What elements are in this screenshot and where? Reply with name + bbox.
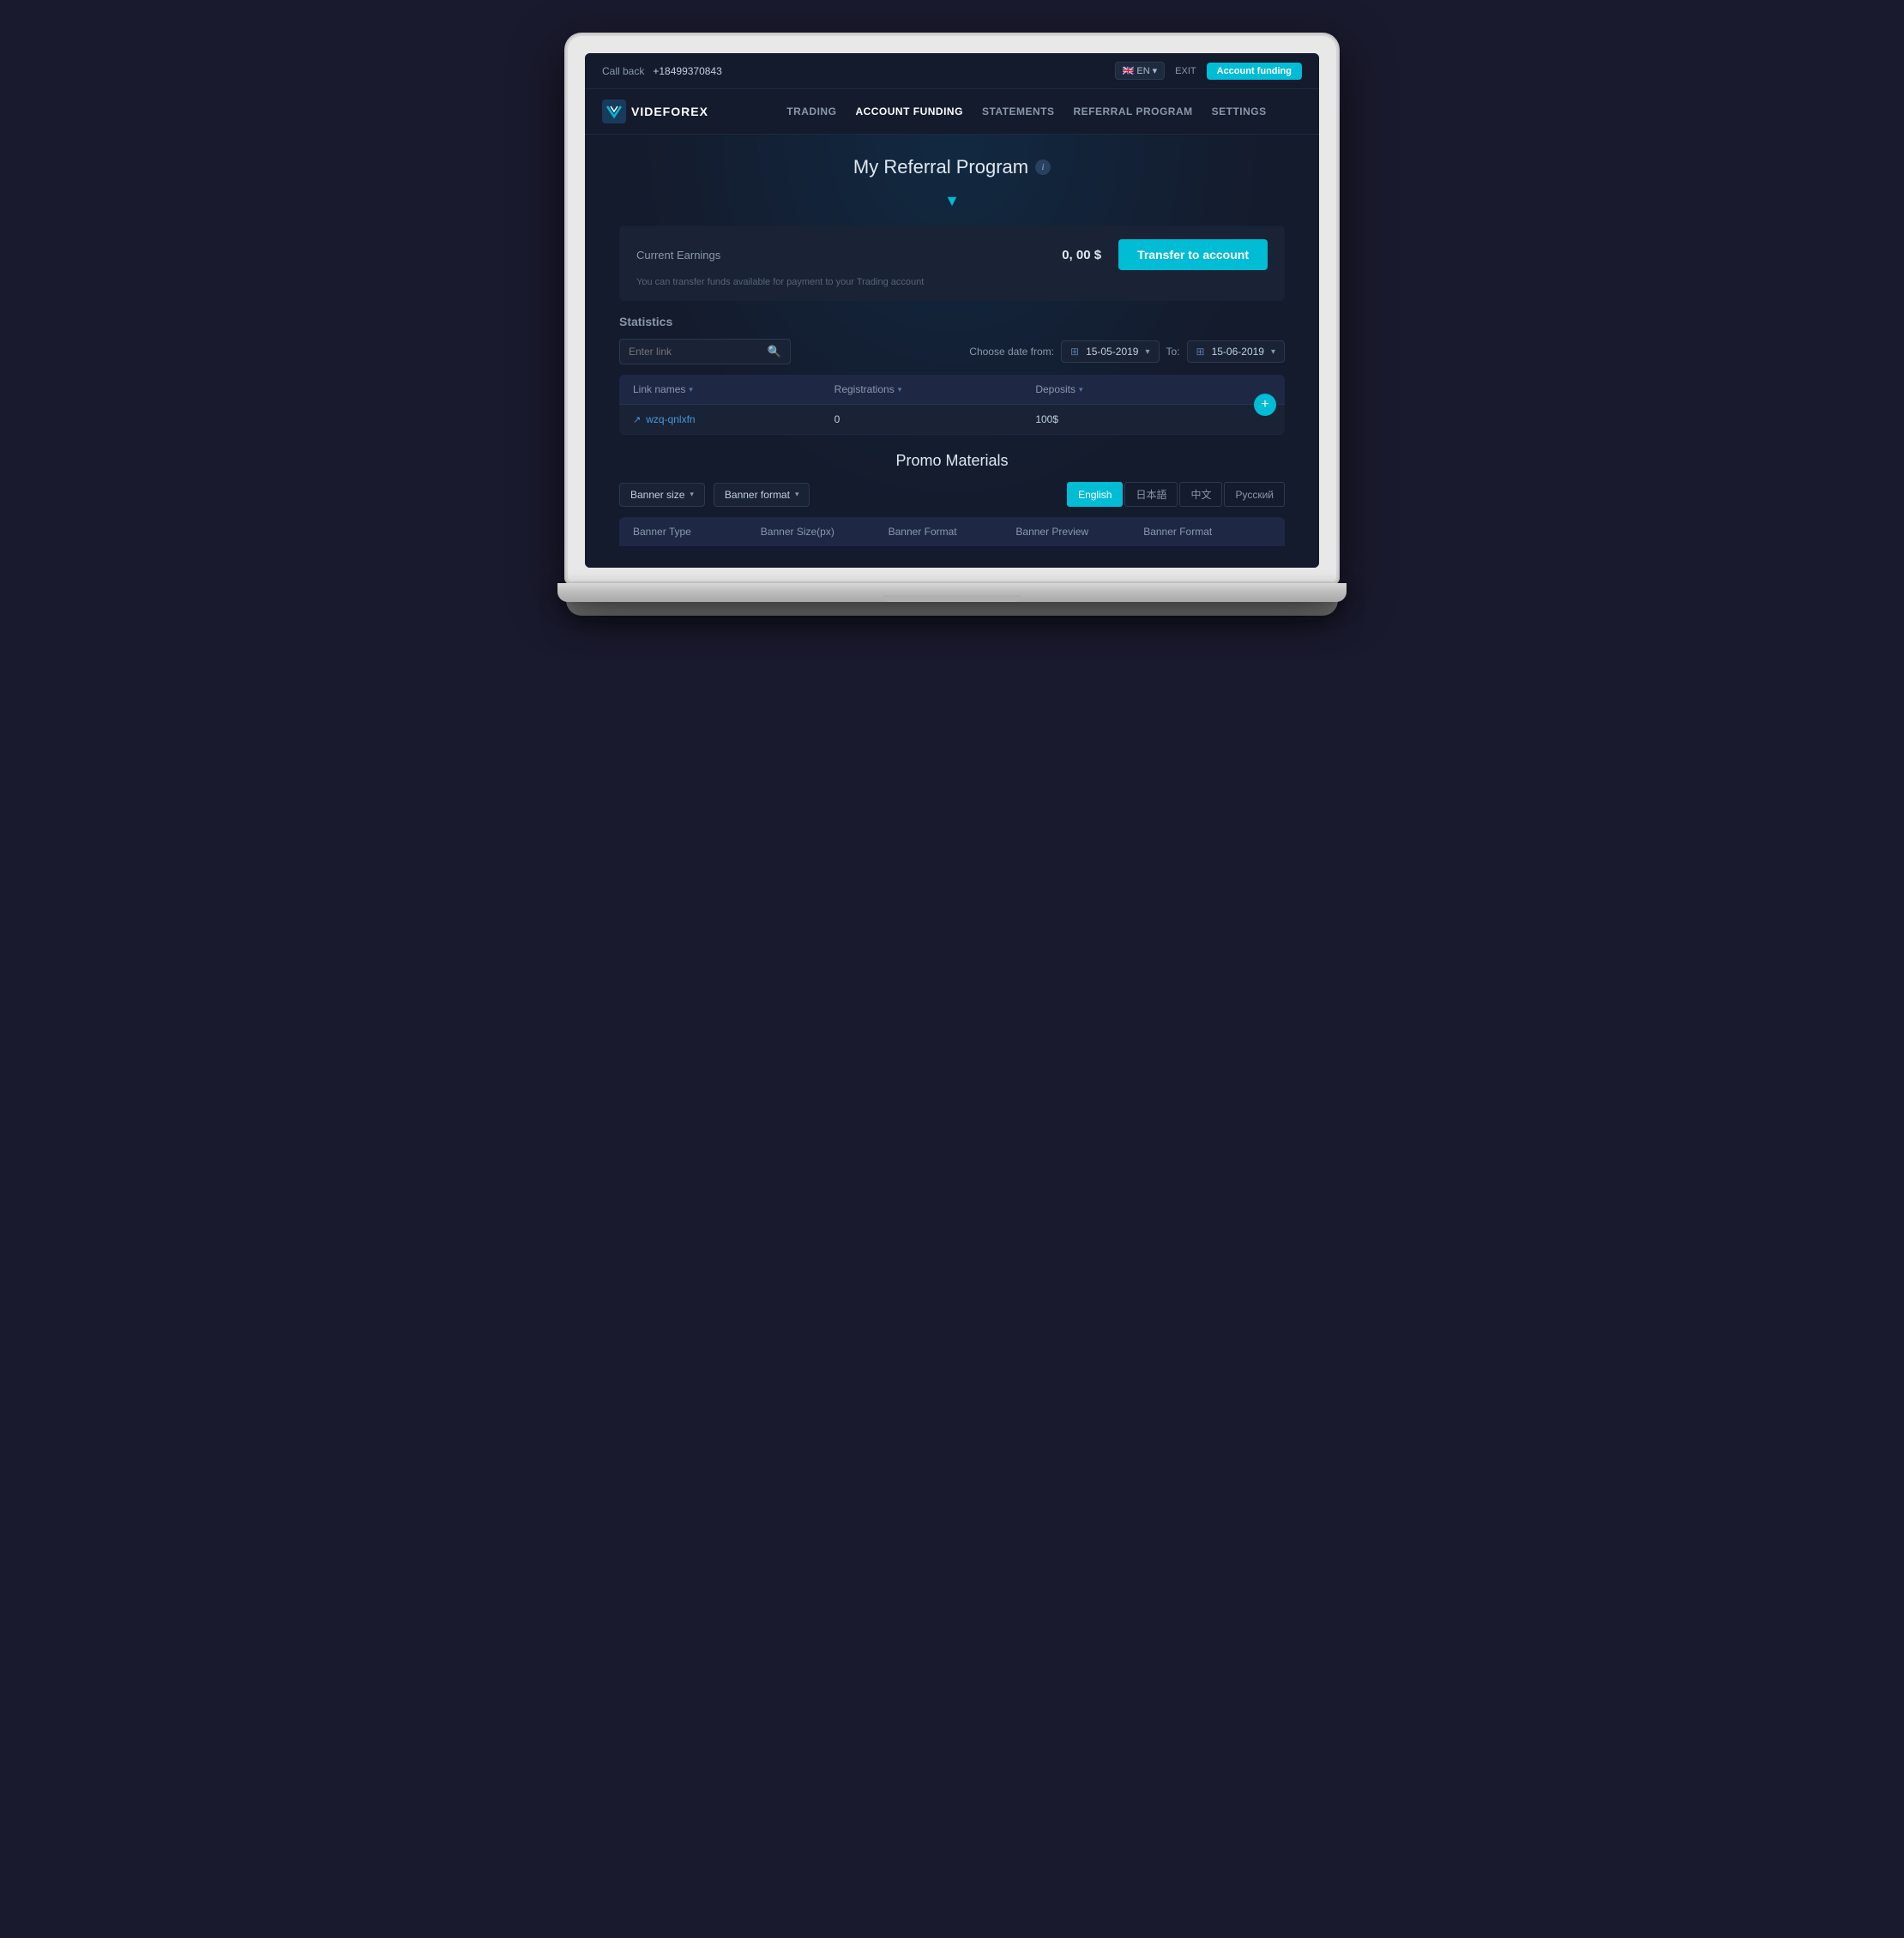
nav-account-funding[interactable]: ACCOUNT FUNDING bbox=[855, 105, 963, 117]
search-input[interactable] bbox=[629, 346, 761, 358]
exit-button[interactable]: EXIT bbox=[1175, 66, 1196, 76]
callback-label: Call back bbox=[602, 65, 644, 77]
nav-statements[interactable]: STATEMENTS bbox=[982, 105, 1055, 117]
logo-text: VIDEFOREX bbox=[631, 105, 708, 118]
date-to-value: 15-06-2019 bbox=[1212, 346, 1264, 358]
lang-tab-chinese[interactable]: 中文 bbox=[1179, 482, 1222, 507]
col-link-names-sort-icon: ▾ bbox=[689, 385, 693, 394]
navbar: VIDEFOREX TRADING ACCOUNT FUNDING STATEM… bbox=[585, 89, 1319, 135]
earnings-card: Current Earnings 0, 00 $ Transfer to acc… bbox=[619, 226, 1285, 301]
page-title-row: My Referral Program i bbox=[619, 156, 1285, 178]
row-registrations: 0 bbox=[835, 413, 1036, 425]
stats-filters: 🔍 Choose date from: ⊞ 15-05-2019 ▾ To: bbox=[619, 339, 1285, 364]
col-deposits-sort-icon: ▾ bbox=[1079, 385, 1083, 394]
col-deposits[interactable]: Deposits ▾ bbox=[1035, 383, 1237, 395]
statistics-section-label: Statistics bbox=[619, 315, 1285, 328]
lang-flag: 🇬🇧 bbox=[1123, 65, 1135, 76]
laptop-screen: Call back +18499370843 🇬🇧 EN ▾ EXIT Acco… bbox=[585, 53, 1319, 568]
date-from-label: Choose date from: bbox=[969, 346, 1054, 358]
col-deposits-label: Deposits bbox=[1035, 383, 1076, 395]
row-deposits: 100$ bbox=[1035, 413, 1237, 425]
nav-referral-program[interactable]: REFERRAL PROGRAM bbox=[1074, 105, 1193, 117]
banner-col-format: Banner Format bbox=[889, 526, 1016, 538]
phone-number: +18499370843 bbox=[653, 65, 721, 77]
promo-filters: Banner size ▾ Banner format ▾ English 日本… bbox=[619, 482, 1285, 507]
page-title: My Referral Program bbox=[853, 156, 1028, 178]
date-filter: Choose date from: ⊞ 15-05-2019 ▾ To: ⊞ 1… bbox=[969, 340, 1285, 363]
topbar: Call back +18499370843 🇬🇧 EN ▾ EXIT Acco… bbox=[585, 53, 1319, 89]
lang-tab-russian[interactable]: Русский bbox=[1224, 482, 1285, 507]
col-link-names[interactable]: Link names ▾ bbox=[633, 383, 835, 395]
banner-col-type: Banner Type bbox=[633, 526, 761, 538]
search-icon: 🔍 bbox=[768, 345, 781, 358]
banner-col-format2: Banner Format bbox=[1143, 526, 1271, 538]
banner-table-header: Banner Type Banner Size(px) Banner Forma… bbox=[619, 517, 1285, 546]
date-to-picker[interactable]: ⊞ 15-06-2019 ▾ bbox=[1187, 340, 1285, 363]
banner-format-label: Banner format bbox=[725, 489, 790, 501]
lang-text: EN bbox=[1136, 66, 1149, 76]
add-link-button[interactable]: + bbox=[1254, 394, 1276, 416]
col-registrations-label: Registrations bbox=[835, 383, 895, 395]
promo-title: Promo Materials bbox=[619, 452, 1285, 470]
nav-links: TRADING ACCOUNT FUNDING STATEMENTS REFER… bbox=[751, 105, 1302, 117]
table-row: ↗ wzq-qnlxfn 0 100$ bbox=[619, 405, 1285, 435]
date-to-arrow: ▾ bbox=[1271, 347, 1275, 357]
logo-icon bbox=[602, 99, 626, 123]
transfer-to-account-button[interactable]: Transfer to account bbox=[1118, 239, 1268, 270]
earnings-label: Current Earnings bbox=[636, 249, 720, 262]
nav-settings[interactable]: SETTINGS bbox=[1212, 105, 1267, 117]
date-from-arrow: ▾ bbox=[1145, 347, 1149, 357]
table-header: Link names ▾ Registrations ▾ Deposits ▾ bbox=[619, 375, 1285, 405]
col-link-names-label: Link names bbox=[633, 383, 685, 395]
language-selector[interactable]: 🇬🇧 EN ▾ bbox=[1115, 62, 1166, 80]
lang-tab-english[interactable]: English bbox=[1067, 482, 1123, 507]
row-link-name[interactable]: wzq-qnlxfn bbox=[646, 413, 695, 425]
laptop-stand bbox=[566, 600, 1338, 616]
earnings-row: Current Earnings 0, 00 $ Transfer to acc… bbox=[636, 239, 1268, 270]
date-from-value: 15-05-2019 bbox=[1086, 346, 1138, 358]
down-arrow-row: ▼ bbox=[619, 192, 1285, 210]
banner-size-label: Banner size bbox=[630, 489, 684, 501]
main-content: My Referral Program i ▼ Current Earnings… bbox=[585, 135, 1319, 568]
link-arrow-icon: ↗ bbox=[633, 414, 641, 425]
topbar-right: 🇬🇧 EN ▾ EXIT Account funding bbox=[1115, 62, 1302, 80]
laptop-frame: Call back +18499370843 🇬🇧 EN ▾ EXIT Acco… bbox=[566, 34, 1338, 616]
earnings-value: 0, 00 $ bbox=[720, 248, 1118, 262]
logo: VIDEFOREX bbox=[602, 99, 708, 123]
nav-trading[interactable]: TRADING bbox=[786, 105, 836, 117]
date-from-picker[interactable]: ⊞ 15-05-2019 ▾ bbox=[1061, 340, 1159, 363]
search-box: 🔍 bbox=[619, 339, 791, 364]
link-cell: ↗ wzq-qnlxfn bbox=[633, 413, 835, 425]
topbar-left: Call back +18499370843 bbox=[602, 65, 722, 77]
stats-table: Link names ▾ Registrations ▾ Deposits ▾ bbox=[619, 375, 1285, 435]
calendar-from-icon: ⊞ bbox=[1070, 346, 1079, 358]
banner-col-preview: Banner Preview bbox=[1015, 526, 1143, 538]
earnings-hint: You can transfer funds available for pay… bbox=[636, 277, 1268, 287]
down-arrow-icon: ▼ bbox=[944, 192, 960, 209]
laptop-screen-frame: Call back +18499370843 🇬🇧 EN ▾ EXIT Acco… bbox=[566, 34, 1338, 583]
banner-size-arrow: ▾ bbox=[690, 490, 694, 499]
laptop-base bbox=[557, 583, 1347, 602]
app: Call back +18499370843 🇬🇧 EN ▾ EXIT Acco… bbox=[585, 53, 1319, 568]
banner-format-dropdown[interactable]: Banner format ▾ bbox=[714, 483, 810, 507]
account-funding-button[interactable]: Account funding bbox=[1207, 63, 1302, 80]
calendar-to-icon: ⊞ bbox=[1196, 346, 1205, 358]
lang-tabs: English 日本語 中文 Русский bbox=[1067, 482, 1285, 507]
banner-size-dropdown[interactable]: Banner size ▾ bbox=[619, 483, 705, 507]
col-registrations-sort-icon: ▾ bbox=[898, 385, 902, 394]
lang-tab-japanese[interactable]: 日本語 bbox=[1124, 482, 1178, 507]
lang-arrow: ▾ bbox=[1153, 65, 1158, 76]
date-to-label: To: bbox=[1166, 346, 1180, 358]
banner-col-size: Banner Size(px) bbox=[761, 526, 889, 538]
info-icon[interactable]: i bbox=[1035, 159, 1051, 175]
col-registrations[interactable]: Registrations ▾ bbox=[835, 383, 1036, 395]
banner-format-arrow: ▾ bbox=[795, 490, 799, 499]
